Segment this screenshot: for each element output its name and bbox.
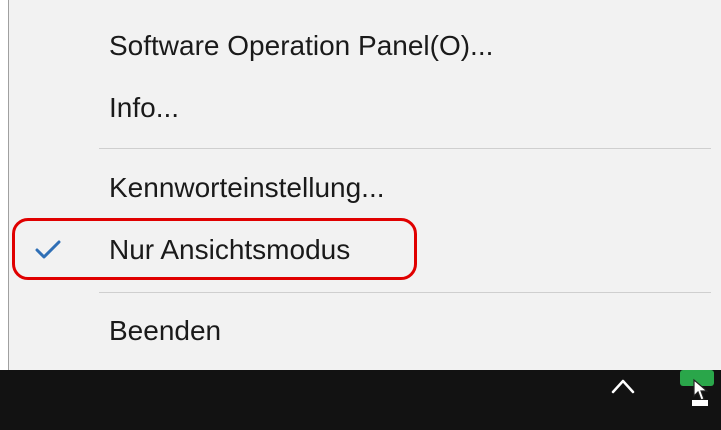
- menu-item-kennworteinstellung[interactable]: Kennworteinstellung...: [9, 156, 721, 220]
- menu-item-label: Kennworteinstellung...: [109, 172, 385, 203]
- taskbar: [0, 370, 721, 430]
- menu-separator: [99, 148, 711, 149]
- chevron-up-icon[interactable]: [610, 376, 636, 396]
- scanner-tray-icon[interactable]: [680, 370, 714, 406]
- menu-item-beenden[interactable]: Beenden: [9, 299, 721, 363]
- menu-item-label: Beenden: [109, 315, 222, 346]
- menu-item-software-operation-panel[interactable]: Software Operation Panel(O)...: [9, 14, 721, 78]
- screen: Software Operation Panel(O)... Info... K…: [0, 0, 721, 430]
- highlight-outline: [12, 218, 417, 280]
- menu-separator: [99, 292, 711, 293]
- menu-item-label: Info...: [109, 92, 180, 123]
- menu-item-info[interactable]: Info...: [9, 76, 721, 140]
- tray-context-menu: Software Operation Panel(O)... Info... K…: [8, 0, 721, 370]
- menu-item-label: Software Operation Panel(O)...: [109, 30, 494, 61]
